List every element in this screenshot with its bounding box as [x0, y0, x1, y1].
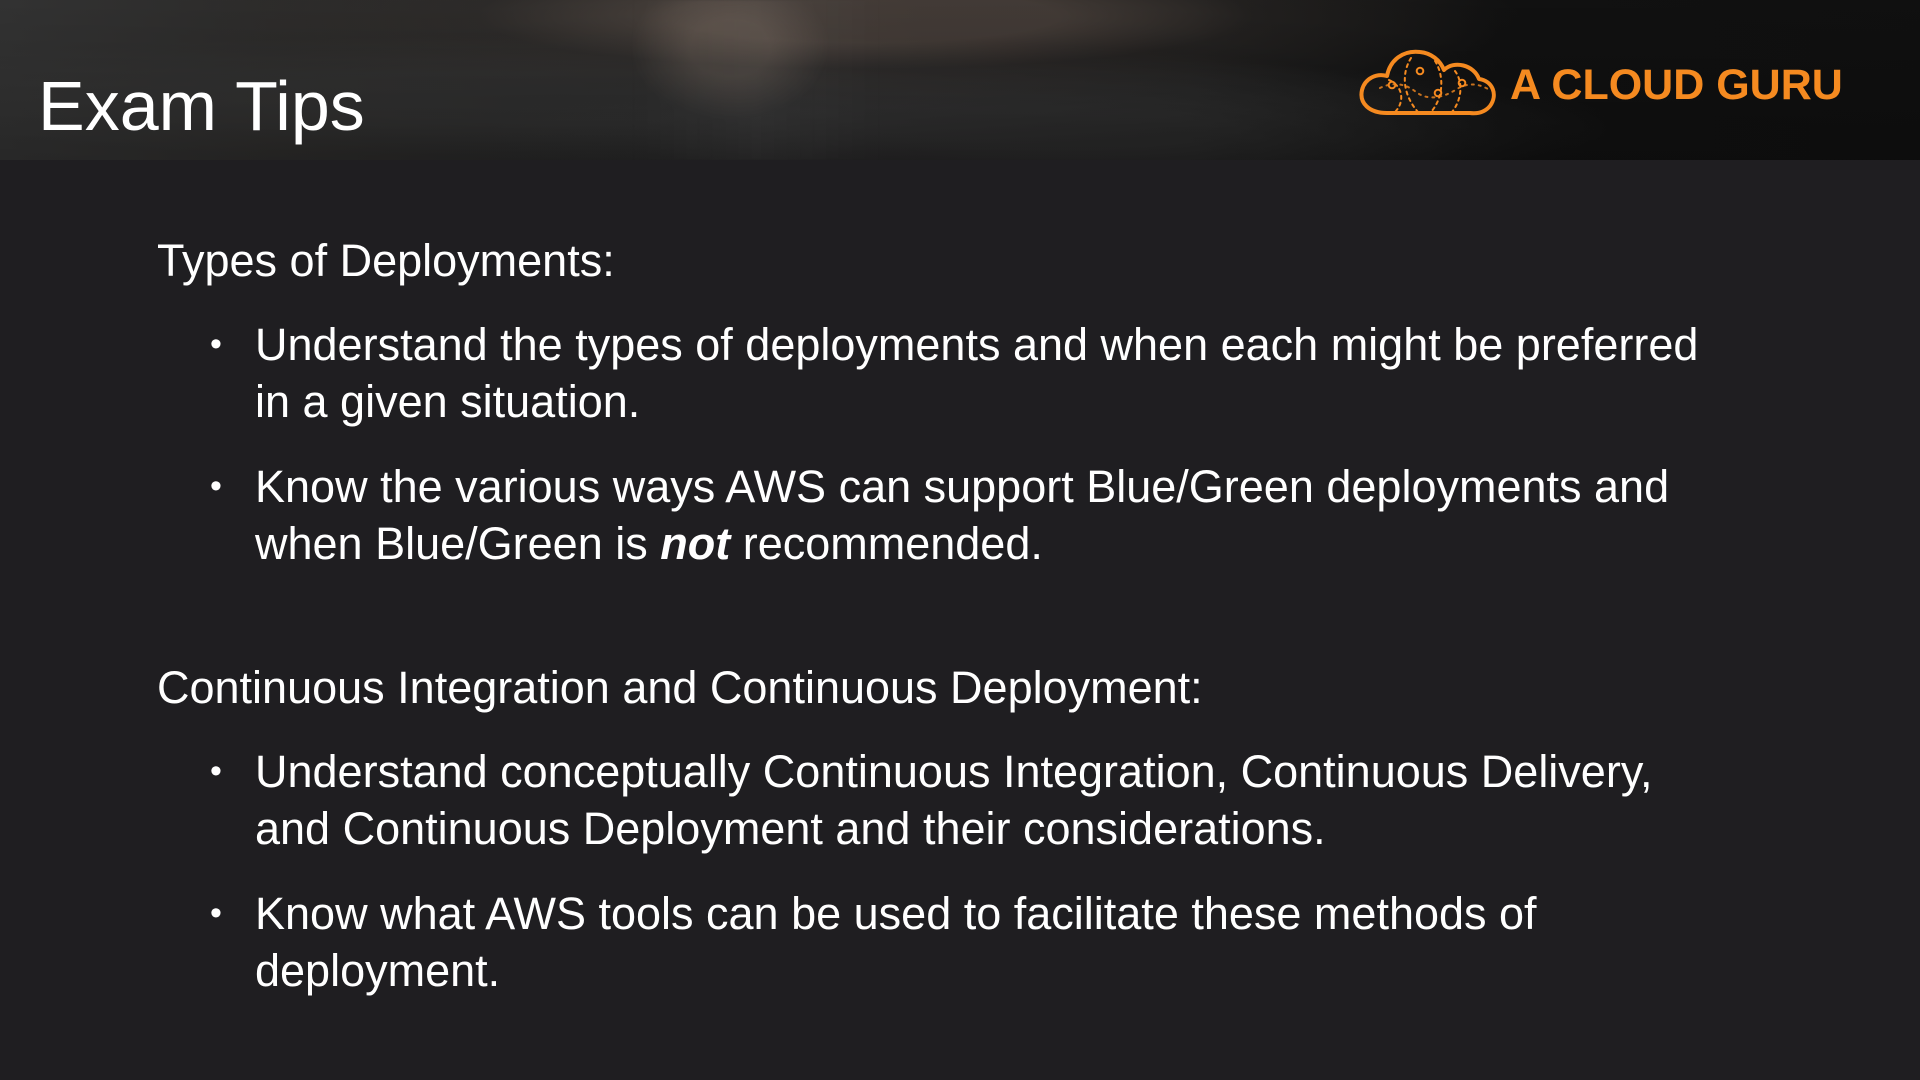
slide-header: Exam Tips A CLOUD GURU: [0, 0, 1920, 160]
bullet-line: and Continuous Deployment and their cons…: [255, 803, 1326, 854]
bullet-text: when Blue/Green is: [255, 518, 661, 569]
list-item: • Know what AWS tools can be used to fac…: [157, 885, 1722, 999]
bullet-text: recommended.: [730, 518, 1043, 569]
section-heading: Types of Deployments:: [157, 235, 615, 286]
bullet-line-with-emphasis: when Blue/Green is not recommended.: [255, 515, 1722, 572]
bullet-line: Know what AWS tools can be used to facil…: [255, 888, 1537, 939]
page-title: Exam Tips: [38, 67, 365, 145]
list-item: • Know the various ways AWS can support …: [157, 458, 1722, 572]
section-heading: Continuous Integration and Continuous De…: [157, 662, 1203, 713]
list-item: • Understand the types of deployments an…: [157, 316, 1722, 430]
bullet-dot-icon: •: [210, 752, 222, 790]
deployment-types-section: Types of Deployments: • Understand the t…: [157, 232, 1698, 569]
bullet-line: in a given situation.: [255, 376, 641, 427]
bullet-dot-icon: •: [210, 325, 222, 363]
brand-logo: A CLOUD GURU: [1356, 40, 1866, 130]
cloud-logo-icon: [1359, 49, 1496, 116]
emphasis-text: not: [660, 518, 731, 569]
bullet-dot-icon: •: [210, 894, 222, 932]
presentation-slide: Exam Tips A CLOUD GURU Types of Deployme…: [0, 0, 1920, 1080]
bullet-line: Understand the types of deployments and …: [255, 319, 1699, 370]
bullet-dot-icon: •: [210, 467, 222, 505]
ci-cd-section: Continuous Integration and Continuous De…: [157, 659, 1652, 996]
brand-name: A CLOUD GURU: [1510, 61, 1843, 109]
bullet-line: deployment.: [255, 945, 501, 996]
bullet-line: Understand conceptually Continuous Integ…: [255, 746, 1653, 797]
bullet-line: Know the various ways AWS can support Bl…: [255, 461, 1670, 512]
list-item: • Understand conceptually Continuous Int…: [157, 743, 1722, 857]
